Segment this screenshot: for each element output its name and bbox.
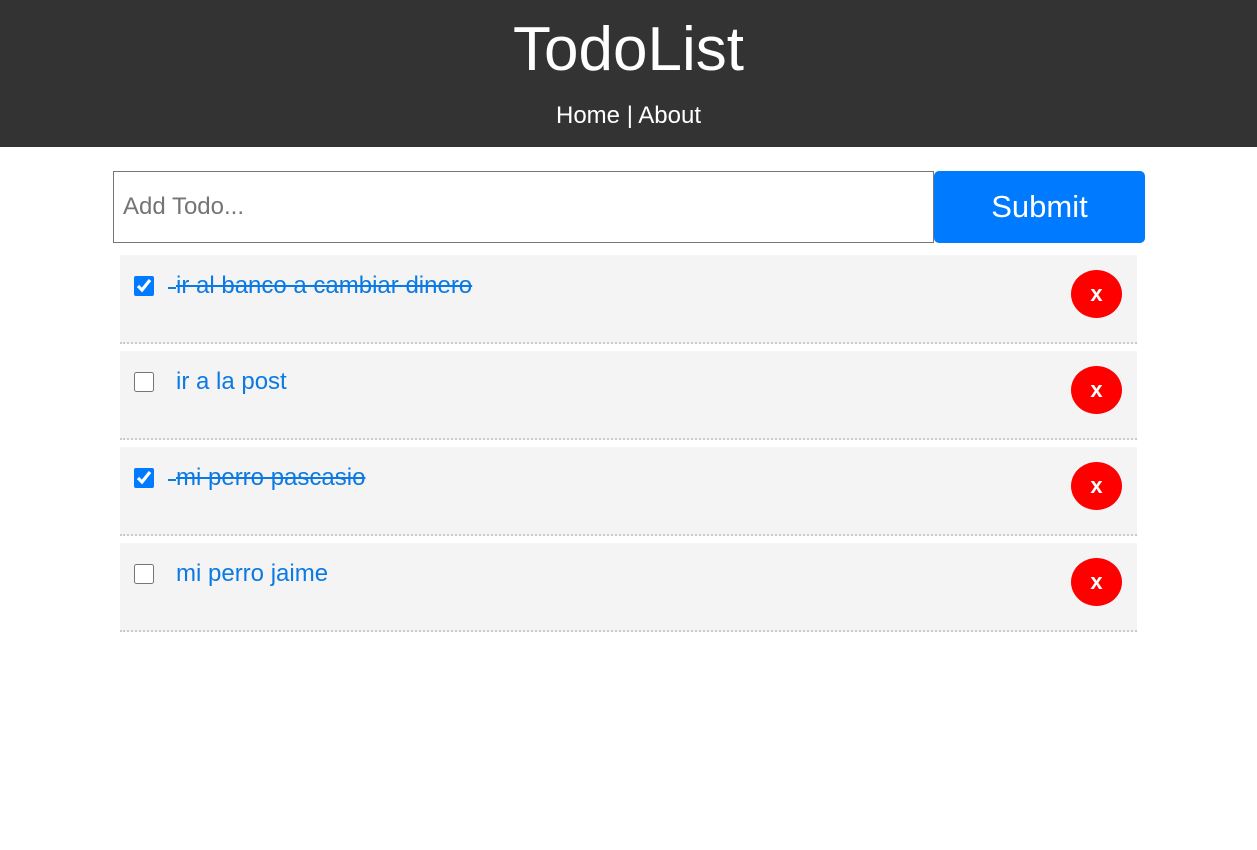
- app-title: TodoList: [513, 15, 744, 84]
- main-nav: Home | About: [0, 100, 1257, 132]
- todo-checkbox[interactable]: [134, 564, 154, 584]
- todo-title: mi perro pascasio: [176, 464, 366, 491]
- delete-todo-button[interactable]: x: [1071, 558, 1122, 606]
- nav-separator: |: [620, 102, 639, 129]
- todo-checkbox[interactable]: [134, 372, 154, 392]
- strike-line: [168, 287, 176, 289]
- todo-title: ir al banco a cambiar dinero: [176, 272, 473, 299]
- delete-todo-button[interactable]: x: [1071, 462, 1122, 510]
- todo-title: ir a la post: [176, 368, 287, 395]
- todo-item: ir a la post x: [120, 351, 1137, 440]
- todo-title: mi perro jaime: [176, 560, 329, 587]
- delete-todo-button[interactable]: x: [1071, 366, 1122, 414]
- app-header: TodoList Home | About: [0, 0, 1257, 147]
- add-todo-form: Submit: [113, 171, 1145, 243]
- delete-todo-button[interactable]: x: [1071, 270, 1122, 318]
- strike-line: [168, 479, 176, 481]
- todo-item: mi perro pascasio x: [120, 447, 1137, 536]
- nav-link-about[interactable]: About: [638, 102, 701, 129]
- nav-link-home[interactable]: Home: [556, 102, 620, 129]
- add-todo-input[interactable]: [113, 171, 934, 243]
- todo-item: ir al banco a cambiar dinero x: [120, 255, 1137, 344]
- submit-button[interactable]: Submit: [934, 171, 1145, 243]
- todo-checkbox[interactable]: [134, 276, 154, 296]
- todo-list: ir al banco a cambiar dinero x ir a la p…: [120, 255, 1137, 639]
- todo-item: mi perro jaime x: [120, 543, 1137, 632]
- todo-checkbox[interactable]: [134, 468, 154, 488]
